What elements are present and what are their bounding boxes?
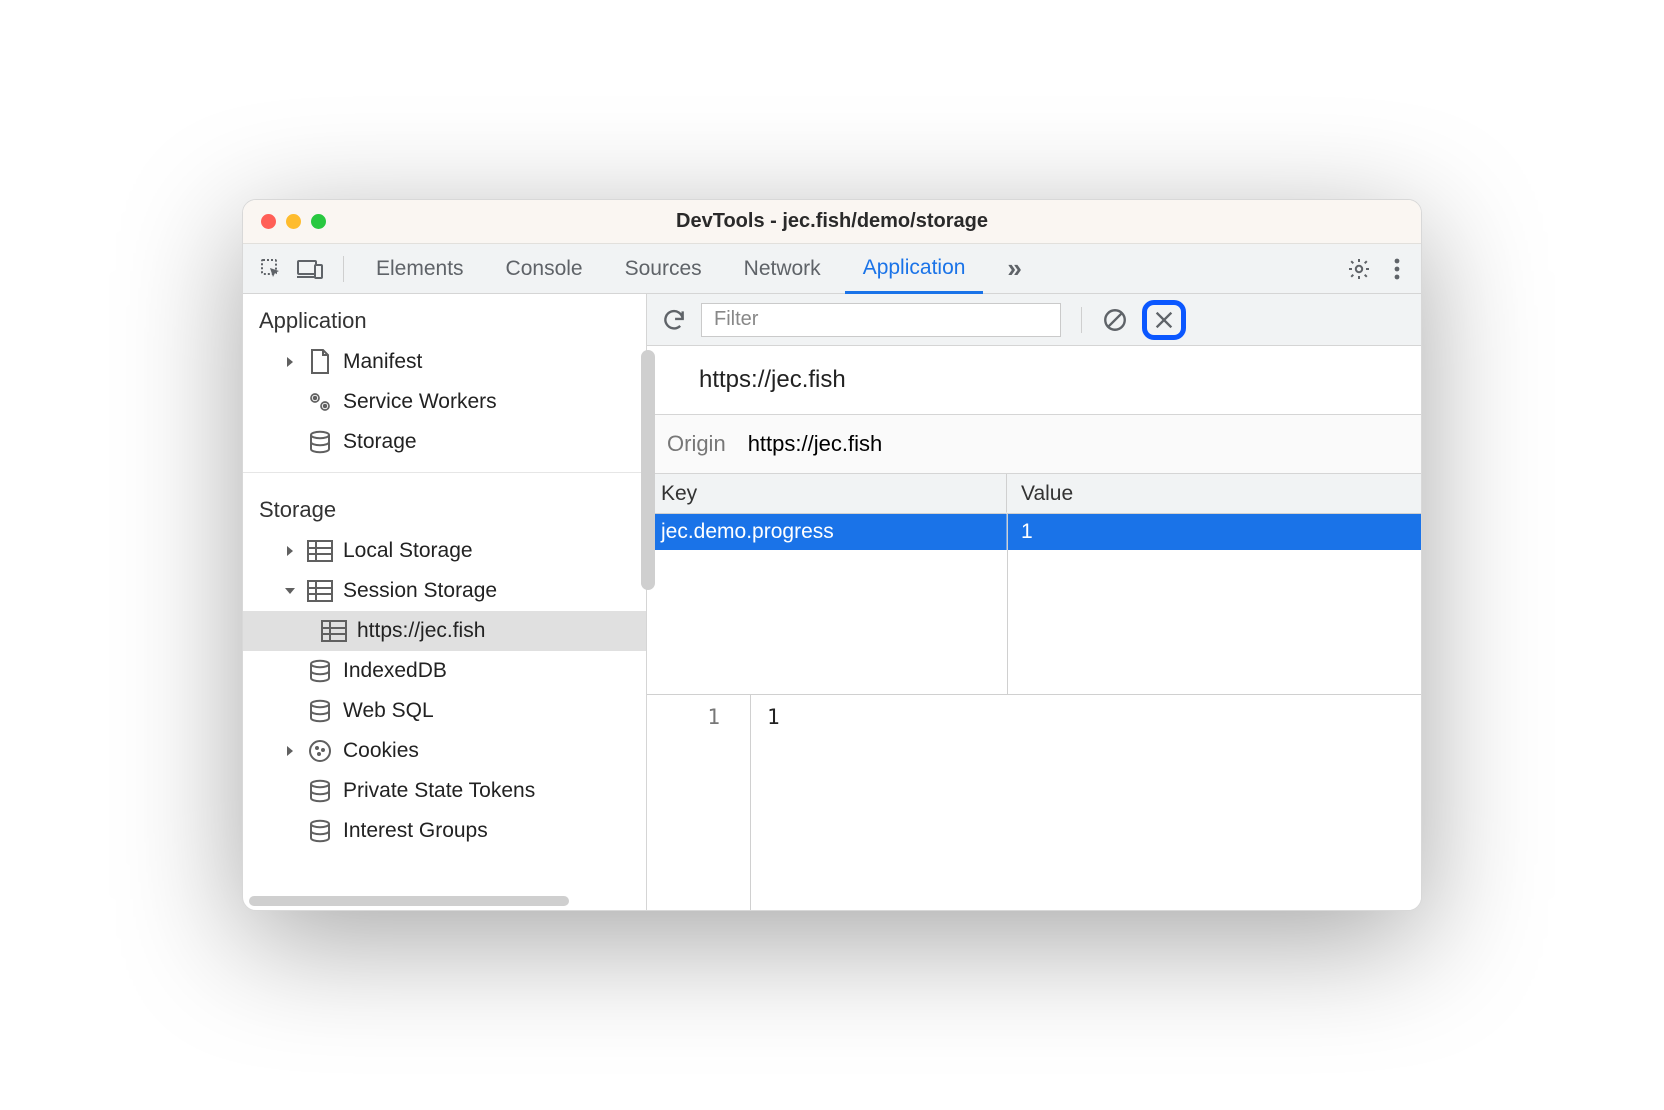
chevron-down-icon [283,584,297,598]
table-body[interactable]: jec.demo.progress 1 [647,514,1421,694]
chevron-right-icon [283,744,297,758]
settings-icon[interactable] [1347,257,1371,281]
vertical-scrollbar[interactable] [641,350,655,590]
horizontal-scrollbar[interactable] [249,896,569,906]
minimize-window-button[interactable] [286,214,301,229]
sidebar-item-label: Session Storage [343,579,497,603]
sidebar-item-label: https://jec.fish [357,619,485,643]
preview-line-number: 1 [647,695,751,910]
tab-application[interactable]: Application [845,245,984,294]
database-icon [307,658,333,684]
panel-body: Application Manifest Service [243,294,1421,910]
sidebar-item-session-storage[interactable]: Session Storage [243,571,646,611]
window-title: DevTools - jec.fish/demo/storage [676,210,988,233]
divider [343,256,344,282]
tabs-overflow-button[interactable]: » [989,244,1039,293]
sidebar-item-session-storage-origin[interactable]: https://jec.fish [243,611,646,651]
tabstrip: Elements Console Sources Network Applica… [243,244,1421,294]
sidebar-item-label: IndexedDB [343,659,447,683]
refresh-icon[interactable] [661,307,687,333]
window-controls [261,214,326,229]
cell-value[interactable]: 1 [1007,512,1421,552]
sidebar-item-label: Web SQL [343,699,434,723]
preview-content: 1 [751,695,1421,910]
clear-all-icon[interactable] [1102,307,1128,333]
table-icon [307,538,333,564]
divider [243,472,646,473]
storage-origin-heading: https://jec.fish [647,346,1421,415]
origin-value: https://jec.fish [748,431,883,457]
storage-table: Key Value jec.demo.progress 1 [647,474,1421,694]
cell-key[interactable]: jec.demo.progress [647,512,1007,552]
sidebar-item-label: Private State Tokens [343,779,535,803]
sidebar-item-label: Manifest [343,350,422,374]
sidebar-item-indexeddb[interactable]: IndexedDB [243,651,646,691]
sidebar-item-manifest[interactable]: Manifest [243,342,646,382]
tab-console[interactable]: Console [488,244,601,293]
origin-label: Origin [667,431,726,457]
origin-info-row: Origin https://jec.fish [647,415,1421,474]
application-sidebar[interactable]: Application Manifest Service [243,294,647,910]
divider [1081,307,1082,333]
chevron-right-icon [283,355,297,369]
devtools-window: DevTools - jec.fish/demo/storage Element… [242,199,1422,911]
column-header-key[interactable]: Key [647,474,1007,513]
sidebar-item-private-state-tokens[interactable]: Private State Tokens [243,771,646,811]
tab-network[interactable]: Network [726,244,839,293]
table-header: Key Value [647,474,1421,514]
value-preview: 1 1 [647,694,1421,910]
database-icon [307,818,333,844]
filter-input[interactable] [701,303,1061,337]
gears-icon [307,389,333,415]
tab-sources[interactable]: Sources [607,244,720,293]
table-row[interactable]: jec.demo.progress 1 [647,514,1421,550]
storage-toolbar [647,294,1421,346]
sidebar-item-service-workers[interactable]: Service Workers [243,382,646,422]
close-window-button[interactable] [261,214,276,229]
kebab-menu-icon[interactable] [1393,257,1401,281]
table-icon [307,578,333,604]
database-icon [307,698,333,724]
device-toolbar-icon[interactable] [297,258,323,280]
column-header-value[interactable]: Value [1007,474,1421,513]
sidebar-item-label: Cookies [343,739,419,763]
database-icon [307,429,333,455]
database-icon [307,778,333,804]
sidebar-item-label: Storage [343,430,417,454]
sidebar-item-websql[interactable]: Web SQL [243,691,646,731]
tab-elements[interactable]: Elements [358,244,482,293]
titlebar: DevTools - jec.fish/demo/storage [243,200,1421,244]
inspect-element-icon[interactable] [259,257,283,281]
sidebar-item-storage-summary[interactable]: Storage [243,422,646,462]
column-divider[interactable] [1007,514,1008,694]
table-icon [321,618,347,644]
sidebar-item-cookies[interactable]: Cookies [243,731,646,771]
sidebar-section-storage: Storage [243,483,646,531]
sidebar-item-label: Service Workers [343,390,497,414]
file-icon [307,349,333,375]
zoom-window-button[interactable] [311,214,326,229]
delete-selected-icon[interactable] [1142,300,1186,340]
sidebar-section-application: Application [243,294,646,342]
sidebar-item-label: Interest Groups [343,819,488,843]
sidebar-item-interest-groups[interactable]: Interest Groups [243,811,646,851]
cookie-icon [307,738,333,764]
sidebar-item-local-storage[interactable]: Local Storage [243,531,646,571]
storage-detail-pane: https://jec.fish Origin https://jec.fish… [647,294,1421,910]
sidebar-item-label: Local Storage [343,539,473,563]
chevron-right-icon [283,544,297,558]
